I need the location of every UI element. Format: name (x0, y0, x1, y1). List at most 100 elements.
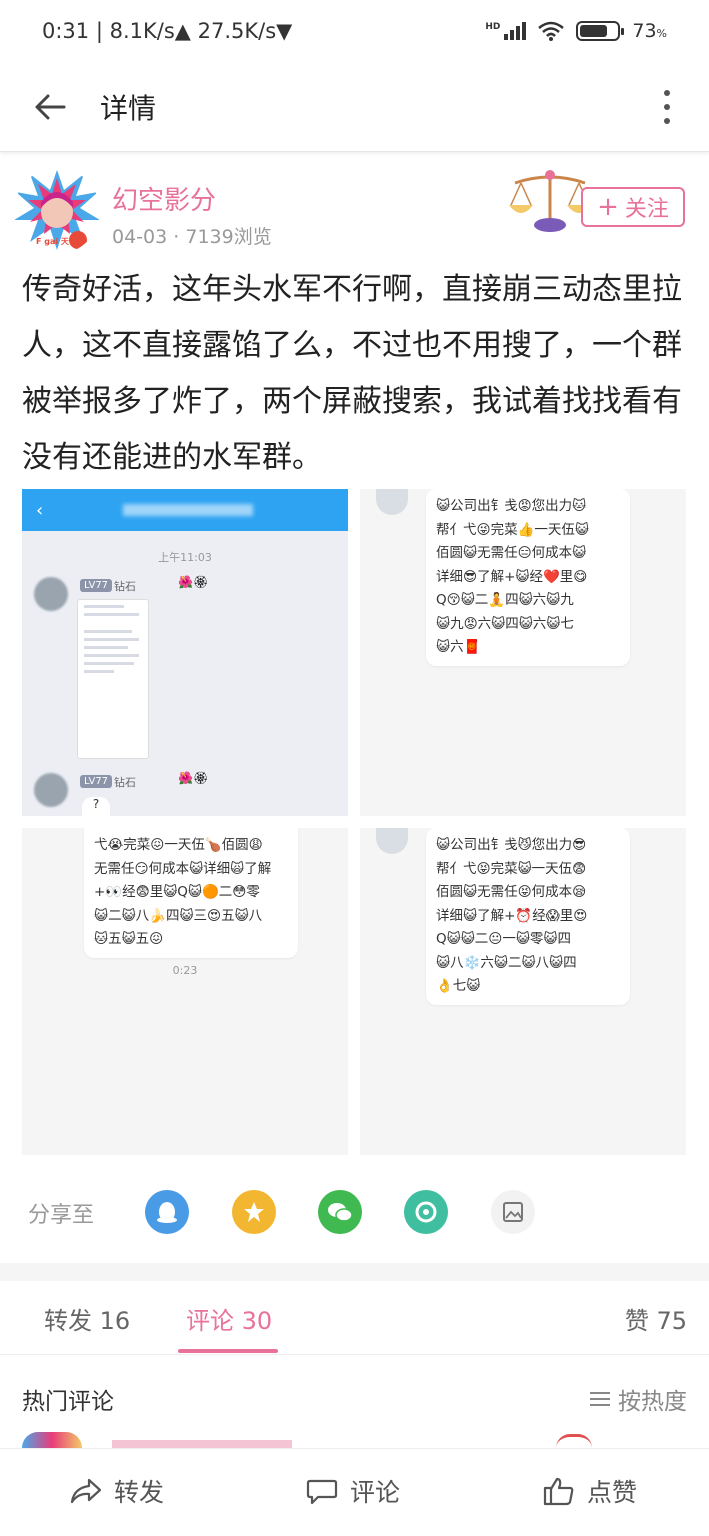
share-row: 分享至 (0, 1185, 709, 1241)
like-button[interactable]: 点赞 (543, 1473, 637, 1509)
post-meta: 04-03 · 7139浏览 (112, 222, 272, 249)
bubble-line: 佰圆😺无需任😝何成本😪 (436, 884, 587, 900)
plus-icon: + (597, 192, 619, 222)
blurred-avatar (34, 773, 68, 807)
comment-bubble-icon (306, 1479, 338, 1505)
bubble-line: 帮亻弋😝完菜😺一天伍😨 (436, 860, 587, 877)
post-image-2[interactable]: 😺公司出钅戋😡您出力🐱 帮亻弋😜完菜👍一天伍😺 佰圆😺无需任😑何成本😺 详细😎了… (360, 489, 686, 816)
share-arrow-icon (70, 1478, 102, 1504)
hot-comments-header: 热门评论 按热度 (0, 1370, 709, 1426)
blurred-avatar (376, 828, 408, 854)
page-title: 详情 (100, 91, 157, 125)
share-label: 分享至 (28, 1203, 95, 1228)
qzone-icon[interactable] (232, 1190, 276, 1234)
comment-name-peek (112, 1440, 292, 1448)
comment-badge-peek (556, 1434, 592, 1448)
bubble-line: 😺公司出钅戋😡您出力🐱 (436, 498, 587, 514)
more-options-button[interactable] (655, 84, 679, 130)
chat-bubbles-icon (328, 1203, 353, 1222)
bubble-line: Q😺😺二😐一😺零😺四 (436, 931, 571, 947)
wifi-icon (538, 21, 565, 41)
post-image-1[interactable]: ‹ 上午11:03 LV77 钻石 🌺🏵 LV77 钻石 🌺🏵 ? (22, 489, 348, 816)
bubble-line: +👀经😨里😺Q😺🟠二😳零 (94, 884, 260, 900)
signal-icon (504, 22, 527, 40)
hd-label: HD (485, 22, 501, 32)
arrow-left-icon (35, 94, 66, 119)
picture-icon (503, 1202, 523, 1222)
bubble-line: 😺六🧧 (436, 639, 481, 655)
follow-button[interactable]: + 关注 (581, 187, 685, 227)
blurred-avatar (376, 489, 408, 515)
flower-icon: 🌺🏵 (178, 575, 209, 589)
avatar-tag: F gai 天 (36, 237, 69, 246)
screenshot-time: 0:23 (172, 964, 198, 977)
status-divider: | (95, 19, 103, 43)
bubble-line: 😺公司出钅戋😼您出力😎 (436, 837, 587, 853)
post-image-4[interactable]: 😺公司出钅戋😼您出力😎 帮亻弋😝完菜😺一天伍😨 佰圆😺无需任😝何成本😪 详细😺了… (360, 828, 686, 1155)
bubble-line: 佰圆😺无需任😑何成本😺 (436, 545, 587, 561)
level-tag: LV77 (80, 579, 113, 592)
comment-button[interactable]: 评论 (306, 1473, 400, 1509)
dot-icon (664, 104, 670, 110)
menu-icon (590, 1392, 610, 1406)
interaction-tabs: 转发 16 评论 30 赞 75 (0, 1281, 709, 1355)
flower-icon: 🌺🏵 (178, 771, 209, 785)
bottom-action-bar: 转发 评论 点赞 (0, 1448, 709, 1536)
status-right: HD 73% (485, 20, 667, 42)
screenshot-chat-bar: ‹ (22, 489, 348, 531)
post-author: F gai 天 幻空影分 04-03 · 7139浏览 + 关注 (0, 160, 709, 255)
dot-icon (664, 90, 670, 96)
top-app-bar: 详情 (0, 62, 709, 152)
author-avatar[interactable]: F gai 天 (14, 168, 100, 254)
bubble-line: 👌七😺 (436, 978, 481, 994)
view-count: 7139浏览 (185, 226, 272, 248)
meta-separator: · (173, 226, 186, 248)
post-date: 04-03 (112, 226, 168, 248)
active-tab-indicator (178, 1349, 278, 1353)
comment-preview-peek (0, 1432, 709, 1448)
bubble-line: 😺二😺八🍌四😺三😍五😺八 (94, 907, 263, 924)
qq-icon[interactable] (145, 1190, 189, 1234)
battery-level: 73% (632, 20, 667, 42)
question-mark: ? (82, 797, 110, 816)
bubble-line: 弋😭完菜😖一天伍🍗佰圆😩 (94, 837, 263, 853)
bubble-line: 无需任😏何成本😺详细🙀了解 (94, 860, 272, 877)
back-button[interactable] (0, 62, 100, 152)
sort-button[interactable]: 按热度 (590, 1382, 687, 1416)
blurred-group-name (123, 504, 254, 516)
battery-icon (576, 21, 625, 41)
comment-avatar-peek (22, 1432, 82, 1448)
author-name[interactable]: 幻空影分 (112, 180, 216, 217)
like-label: 点赞 (587, 1478, 638, 1507)
sort-label: 按热度 (618, 1389, 687, 1415)
wechat-icon[interactable] (318, 1190, 362, 1234)
bubble-line: 详细😎了解+😺经❤️里😋 (436, 568, 588, 585)
tab-repost[interactable]: 转发 16 (44, 1301, 130, 1336)
rank-label: 钻石 (114, 776, 136, 789)
status-time: 0:31 (42, 19, 90, 43)
bubble-line: 🐱五😺五😖 (94, 931, 164, 947)
hot-comments-title: 热门评论 (22, 1389, 114, 1415)
bubble-line: 帮亻弋😜完菜👍一天伍😺 (436, 521, 589, 538)
battery-percent: 73 (632, 20, 657, 42)
repost-button[interactable]: 转发 (70, 1473, 164, 1509)
post-body: 传奇好活，这年头水军不行啊，直接崩三动态里拉人，这不直接露馅了么，不过也不用搜了… (22, 272, 682, 475)
rank-label: 钻石 (114, 580, 136, 593)
post-image-3[interactable]: 弋😭完菜😖一天伍🍗佰圆😩 无需任😏何成本😺详细🙀了解 +👀经😨里😺Q😺🟠二😳零 … (22, 828, 348, 1155)
star-icon (244, 1202, 264, 1222)
aperture-icon (415, 1201, 437, 1223)
bubble-line: 详细😺了解+⏰经😱里😍 (436, 907, 588, 924)
blurred-avatar (34, 577, 68, 611)
bubble-line: Q😚😺二🧘四😺六😺九 (436, 592, 574, 608)
tab-comment[interactable]: 评论 30 (186, 1301, 272, 1336)
moments-icon[interactable] (404, 1190, 448, 1234)
tab-like[interactable]: 赞 75 (625, 1301, 687, 1336)
nested-screenshot (77, 599, 149, 759)
status-bar: 0:31 | 8.1K/s▲ 27.5K/s▼ HD 73% (0, 0, 709, 62)
status-left: 0:31 | 8.1K/s▲ 27.5K/s▼ (42, 19, 485, 43)
chat-bubble: 弋😭完菜😖一天伍🍗佰圆😩 无需任😏何成本😺详细🙀了解 +👀经😨里😺Q😺🟠二😳零 … (84, 828, 298, 958)
dot-icon (664, 118, 670, 124)
screenshot-time: 上午11:03 (158, 551, 212, 564)
save-image-icon[interactable] (491, 1190, 535, 1234)
section-divider (0, 1263, 709, 1281)
